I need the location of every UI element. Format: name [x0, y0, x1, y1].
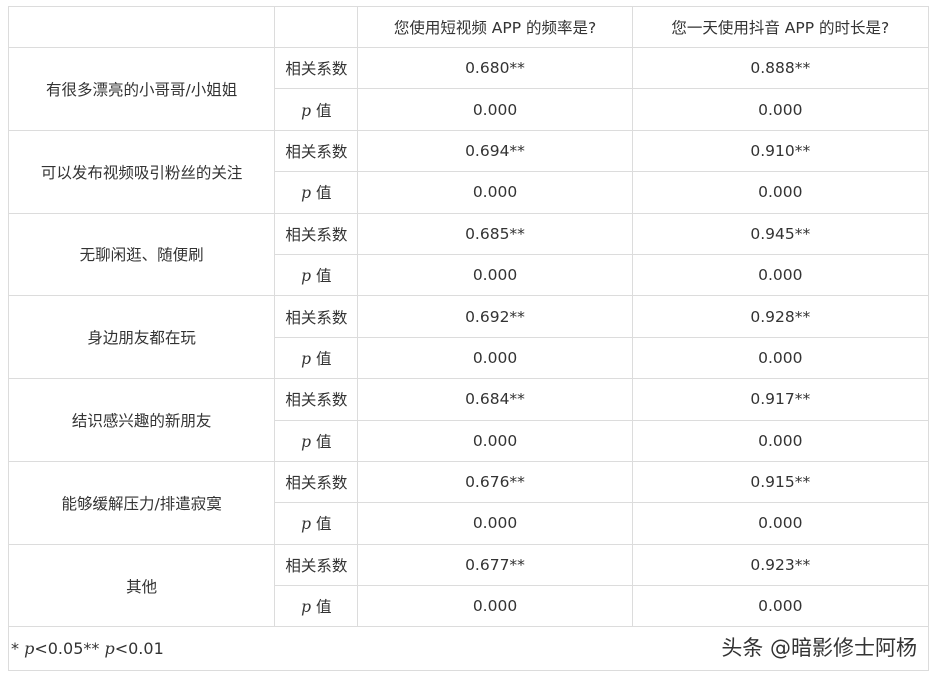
p-frequency-value: 0.000 [357, 88, 633, 131]
p-duration-value: 0.000 [631, 585, 930, 628]
corr-duration-value: 0.888** [631, 46, 930, 90]
stat-label-corr: 相关系数 [274, 129, 359, 173]
stat-label-corr: 相关系数 [274, 543, 359, 587]
corr-duration-value: 0.917** [631, 378, 930, 421]
corr-frequency-value: 0.680** [357, 46, 633, 90]
header-frequency: 您使用短视频 APP 的频率是? [357, 6, 633, 48]
p-symbol: p [301, 349, 312, 368]
corr-frequency-value: 0.677** [357, 543, 633, 587]
header-duration: 您一天使用抖音 APP 的时长是? [631, 6, 930, 48]
header-empty-cell-1 [7, 6, 276, 48]
table-row: 结识感兴趣的新朋友 相关系数 0.684** 0.917** [7, 378, 930, 462]
corr-duration-value: 0.928** [631, 295, 930, 338]
correlation-table: 您使用短视频 APP 的频率是? 您一天使用抖音 APP 的时长是? 有很多漂亮… [7, 6, 930, 672]
p-frequency-value: 0.000 [357, 502, 633, 545]
stat-label-corr: 相关系数 [274, 46, 359, 90]
p-symbol: p [301, 598, 312, 617]
p-frequency-value: 0.000 [357, 585, 633, 628]
corr-duration-value: 0.945** [631, 212, 930, 255]
corr-frequency-value: 0.676** [357, 460, 633, 504]
stat-label-corr: 相关系数 [274, 378, 359, 421]
corr-duration-value: 0.910** [631, 129, 930, 173]
stat-label-p: p 值 [274, 171, 359, 214]
stat-label-corr: 相关系数 [274, 460, 359, 504]
corr-frequency-value: 0.692** [357, 295, 633, 338]
p-symbol: p [301, 267, 312, 286]
factor-label: 其他 [7, 543, 276, 628]
table-row: 能够缓解压力/排遣寂寞 相关系数 0.676** 0.915** [7, 460, 930, 545]
p-duration-value: 0.000 [631, 171, 930, 214]
p-word: 值 [311, 349, 332, 368]
factor-label: 有很多漂亮的小哥哥/小姐姐 [7, 47, 276, 131]
table-row: 其他 相关系数 0.677** 0.923** [7, 543, 930, 628]
corr-frequency-value: 0.685** [357, 212, 633, 255]
p-frequency-value: 0.000 [357, 419, 633, 462]
table-row: 有很多漂亮的小哥哥/小姐姐 相关系数 0.680** 0.888** [7, 46, 930, 131]
p-symbol: p [301, 432, 312, 451]
factor-label: 可以发布视频吸引粉丝的关注 [7, 129, 276, 214]
stat-label-p: p 值 [274, 419, 359, 462]
p-frequency-value: 0.000 [357, 336, 633, 380]
corr-frequency-value: 0.684** [357, 378, 633, 421]
stat-label-corr: 相关系数 [274, 295, 359, 338]
p-word: 值 [311, 267, 332, 286]
watermark: 头条 @暗影修士阿杨 [721, 636, 917, 660]
p-word: 值 [311, 184, 332, 203]
p-duration-value: 0.000 [631, 502, 930, 545]
p-duration-value: 0.000 [631, 419, 930, 462]
stat-label-p: p 值 [274, 585, 359, 628]
footnote-p1: p [24, 639, 35, 659]
stat-label-p: p 值 [274, 88, 359, 131]
p-word: 值 [311, 598, 332, 617]
p-symbol: p [301, 515, 312, 534]
table-row: 无聊闲逛、随便刷 相关系数 0.685** 0.945** [7, 212, 930, 297]
header-empty-cell-2 [274, 6, 359, 48]
p-frequency-value: 0.000 [357, 253, 633, 297]
corr-frequency-value: 0.694** [357, 129, 633, 173]
factor-label: 能够缓解压力/排遣寂寞 [7, 460, 276, 545]
footnote-p2: p [104, 639, 115, 659]
p-symbol: p [301, 101, 312, 120]
p-word: 值 [311, 432, 332, 451]
p-duration-value: 0.000 [631, 88, 930, 131]
stat-label-p: p 值 [274, 253, 359, 297]
p-symbol: p [301, 184, 312, 203]
factor-label: 身边朋友都在玩 [7, 295, 276, 380]
corr-duration-value: 0.915** [631, 460, 930, 504]
factor-label: 无聊闲逛、随便刷 [7, 212, 276, 297]
p-duration-value: 0.000 [631, 336, 930, 380]
p-duration-value: 0.000 [631, 253, 930, 297]
footnote-star: * [11, 639, 25, 659]
p-word: 值 [311, 515, 332, 534]
table-header-row: 您使用短视频 APP 的频率是? 您一天使用抖音 APP 的时长是? [7, 6, 930, 48]
footnote-t1: <0.05** [34, 639, 105, 659]
p-frequency-value: 0.000 [357, 171, 633, 214]
table-row: 身边朋友都在玩 相关系数 0.692** 0.928** [7, 295, 930, 380]
stat-label-p: p 值 [274, 336, 359, 380]
factor-label: 结识感兴趣的新朋友 [7, 378, 276, 462]
corr-duration-value: 0.923** [631, 543, 930, 587]
p-word: 值 [311, 101, 332, 120]
stat-label-corr: 相关系数 [274, 212, 359, 255]
footnote-t2: <0.01 [114, 639, 164, 659]
stat-label-p: p 值 [274, 502, 359, 545]
correlation-table-container: 您使用短视频 APP 的频率是? 您一天使用抖音 APP 的时长是? 有很多漂亮… [7, 6, 930, 672]
table-row: 可以发布视频吸引粉丝的关注 相关系数 0.694** 0.910** [7, 129, 930, 214]
